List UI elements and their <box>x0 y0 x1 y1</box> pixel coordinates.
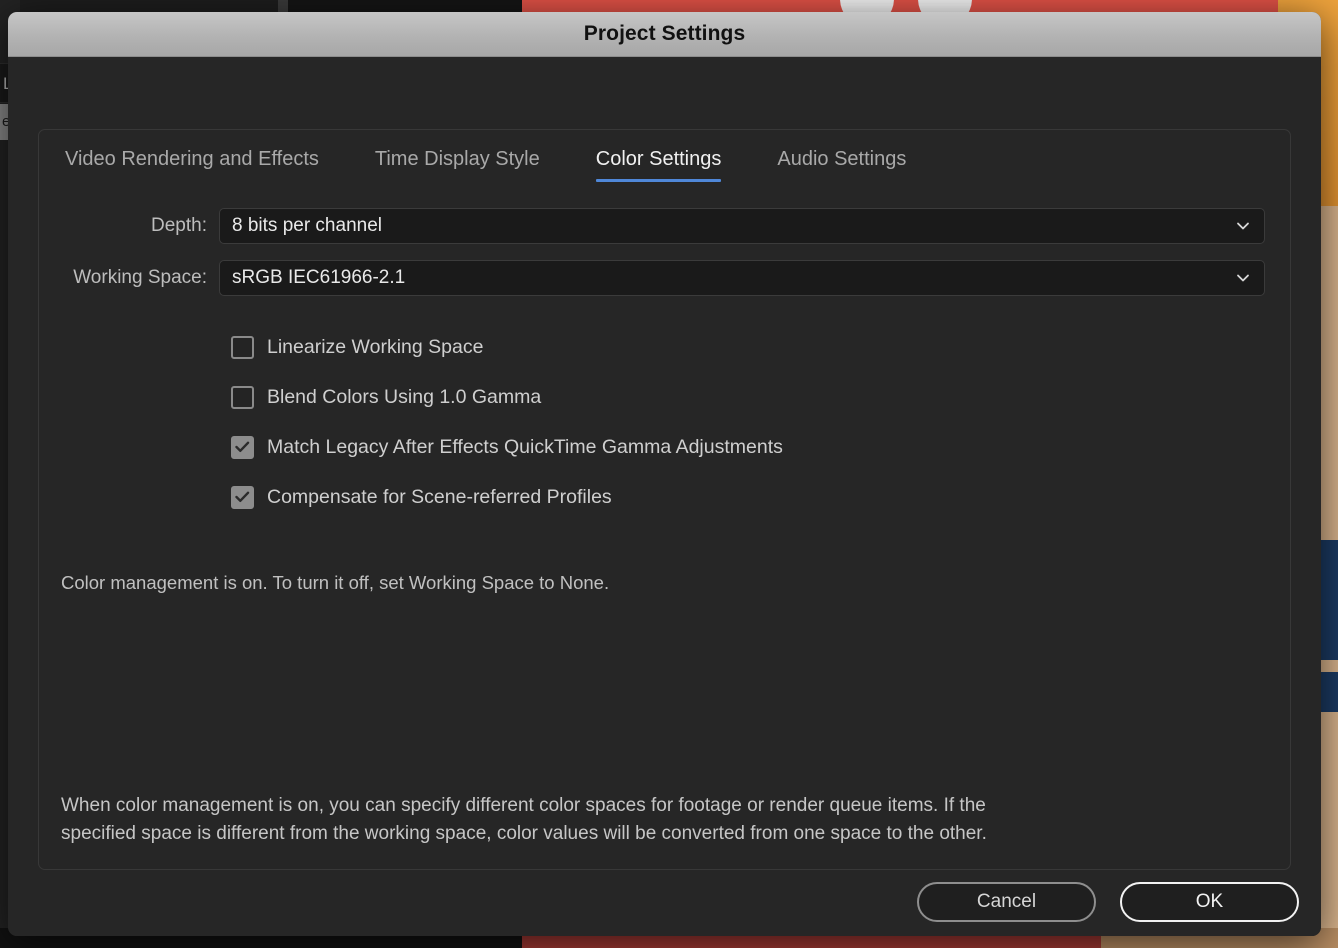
checkbox-group: Linearize Working Space Blend Colors Usi… <box>39 322 1290 522</box>
working-space-value: sRGB IEC61966-2.1 <box>232 267 406 288</box>
ok-button[interactable]: OK <box>1120 882 1299 922</box>
dialog-title: Project Settings <box>583 22 746 45</box>
chevron-down-icon <box>1236 219 1250 233</box>
dialog-footer: Cancel OK <box>917 882 1299 922</box>
checkbox-label-blend-colors-using-1-0-gamma: Blend Colors Using 1.0 Gamma <box>267 385 542 408</box>
checkbox-checked-icon[interactable] <box>231 435 254 459</box>
screen: L e Project Settings Video Rendering and <box>0 0 1338 948</box>
color-settings-form: Depth: 8 bits per channel Working Space: <box>39 208 1290 522</box>
dialog-titlebar: Project Settings <box>8 12 1321 57</box>
dialog-body: Video Rendering and Effects Time Display… <box>8 57 1321 936</box>
depth-label: Depth: <box>151 215 207 236</box>
cancel-button[interactable]: Cancel <box>917 882 1096 922</box>
checkbox-row-linearize-working-space[interactable]: Linearize Working Space <box>231 322 1290 372</box>
checkbox-label-linearize-working-space: Linearize Working Space <box>267 335 484 358</box>
checkbox-row-blend-colors-using-1-0-gamma[interactable]: Blend Colors Using 1.0 Gamma <box>231 372 1290 422</box>
checkbox-label-compensate-scene-referred-profiles: Compensate for Scene-referred Profiles <box>267 485 612 508</box>
depth-value: 8 bits per channel <box>232 215 382 236</box>
checkbox-unchecked-icon[interactable] <box>231 335 254 359</box>
tab-time-display-style[interactable]: Time Display Style <box>375 148 540 182</box>
depth-row: Depth: 8 bits per channel <box>39 208 1290 244</box>
working-space-label: Working Space: <box>73 267 207 288</box>
tab-bar: Video Rendering and Effects Time Display… <box>65 148 962 182</box>
tab-audio-settings[interactable]: Audio Settings <box>777 148 906 182</box>
checkbox-row-match-legacy-quicktime-gamma[interactable]: Match Legacy After Effects QuickTime Gam… <box>231 422 1290 472</box>
working-space-row: Working Space: sRGB IEC61966-2.1 <box>39 260 1290 296</box>
depth-select[interactable]: 8 bits per channel <box>219 208 1265 244</box>
working-space-select[interactable]: sRGB IEC61966-2.1 <box>219 260 1265 296</box>
checkbox-row-compensate-scene-referred-profiles[interactable]: Compensate for Scene-referred Profiles <box>231 472 1290 522</box>
checkbox-checked-icon[interactable] <box>231 485 254 509</box>
color-management-status-note: Color management is on. To turn it off, … <box>61 572 610 593</box>
tab-content-panel: Video Rendering and Effects Time Display… <box>38 129 1291 870</box>
checkbox-unchecked-icon[interactable] <box>231 385 254 409</box>
tab-color-settings[interactable]: Color Settings <box>595 148 721 182</box>
project-settings-dialog: Project Settings Video Rendering and Eff… <box>8 12 1321 936</box>
chevron-down-icon <box>1236 271 1250 285</box>
checkbox-label-match-legacy-quicktime-gamma: Match Legacy After Effects QuickTime Gam… <box>267 435 783 458</box>
tab-video-rendering-and-effects[interactable]: Video Rendering and Effects <box>65 148 319 182</box>
color-management-description: When color management is on, you can spe… <box>61 795 987 844</box>
